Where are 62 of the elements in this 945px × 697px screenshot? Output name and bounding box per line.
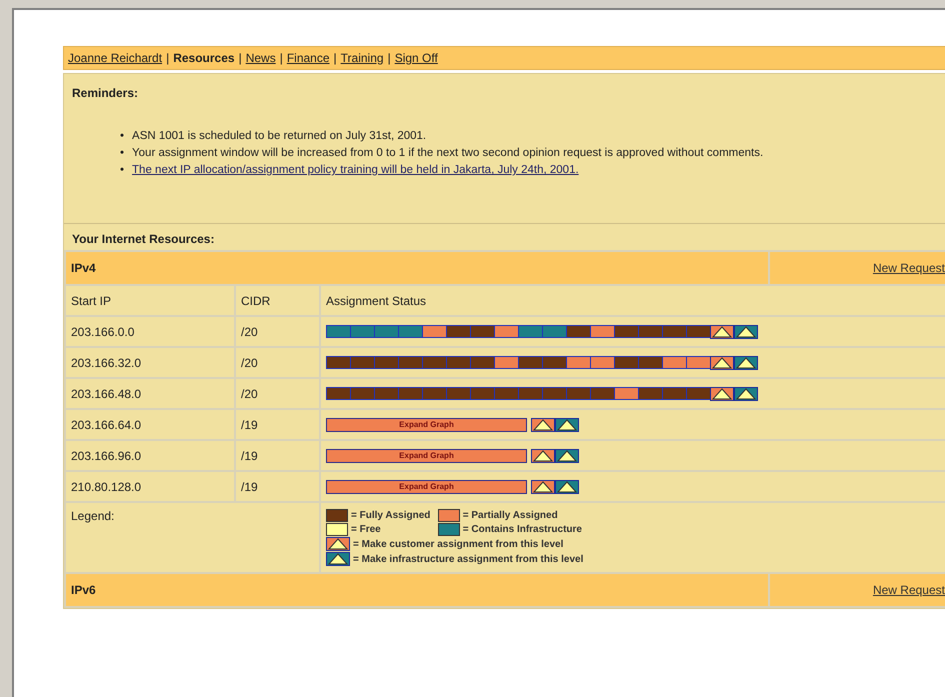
bullet: • xyxy=(120,129,124,144)
table-cell: 210.80.128.0 xyxy=(66,472,234,501)
new-request-link[interactable]: New Request xyxy=(872,583,945,597)
nav-link[interactable]: News xyxy=(246,51,276,65)
bullet: • xyxy=(120,163,124,178)
legend-label: = Make customer assignment from this level xyxy=(353,538,564,550)
table-cell: Legend: xyxy=(66,503,319,572)
infrastructure-level-icon[interactable] xyxy=(555,480,579,494)
table-cell: /20 xyxy=(236,348,319,377)
customer-level-icon[interactable] xyxy=(531,448,555,462)
nav-link[interactable]: Training xyxy=(340,51,384,65)
table-cell: /20 xyxy=(236,379,319,408)
section-header: IPv6 xyxy=(66,574,768,606)
legend-label: = Free xyxy=(351,524,381,535)
customer-level-icon[interactable] xyxy=(531,480,555,494)
column-header: Assignment Status xyxy=(321,286,945,315)
table-cell: 203.166.32.0 xyxy=(66,348,234,377)
section-title: Your Internet Resources: xyxy=(71,231,216,248)
table-cell: /20 xyxy=(236,317,319,346)
nav-separator: | xyxy=(238,51,242,65)
infrastructure-level-icon[interactable] xyxy=(555,418,579,432)
reminders-title: Reminders: xyxy=(72,86,140,100)
customer-level-icon[interactable] xyxy=(326,537,350,551)
table-cell: /19 xyxy=(236,410,319,439)
table-cell: 203.166.64.0 xyxy=(66,410,234,439)
column-header: Start IP xyxy=(66,286,234,315)
legend-label: = Make infrastructure assignment from this level xyxy=(353,554,584,564)
legend-label: = Contains Infrastructure xyxy=(462,524,582,535)
column-header: CIDR xyxy=(236,286,319,315)
infrastructure-level-icon[interactable] xyxy=(734,356,758,370)
new-request-link[interactable]: New Request xyxy=(872,261,945,275)
table-cell: /19 xyxy=(236,441,319,470)
customer-level-icon[interactable] xyxy=(710,386,734,400)
table-cell: 203.166.0.0 xyxy=(66,317,234,346)
reminder-text: ASN 1001 is scheduled to be returned on July 31st, 2001. xyxy=(132,130,426,142)
legend-label: = Partially Assigned xyxy=(462,510,558,521)
table-cell: 203.166.96.0 xyxy=(66,441,234,470)
reminder-link[interactable]: The next IP allocation/assignment policy training will be held in Jakarta, July 24th, 2001. xyxy=(132,164,579,176)
nav-link[interactable]: Joanne Reichardt xyxy=(68,51,162,65)
customer-level-icon[interactable] xyxy=(531,418,555,432)
nav-separator: | xyxy=(280,51,283,65)
infrastructure-level-icon[interactable] xyxy=(555,448,579,462)
expand-graph-button[interactable]: Expand Graph xyxy=(326,480,527,494)
nav-separator: | xyxy=(166,51,170,65)
nav-link[interactable]: Resources xyxy=(173,51,235,65)
expand-graph-button[interactable]: Expand Graph xyxy=(326,448,527,462)
expand-graph-button[interactable]: Expand Graph xyxy=(326,418,527,432)
nav-link[interactable]: Finance xyxy=(286,51,330,65)
infrastructure-level-icon[interactable] xyxy=(326,552,350,566)
bullet: • xyxy=(120,146,124,161)
infrastructure-level-icon[interactable] xyxy=(734,386,758,400)
infrastructure-level-icon[interactable] xyxy=(734,324,758,338)
legend-label: = Fully Assigned xyxy=(351,510,430,521)
reminder-text: Your assignment window will be increased from 0 to 1 if the next two second opinion request is approved without comments. xyxy=(132,147,764,159)
customer-level-icon[interactable] xyxy=(710,324,734,338)
table-cell: /19 xyxy=(236,472,319,501)
nav-separator: | xyxy=(334,51,337,65)
table-cell: 203.166.48.0 xyxy=(66,379,234,408)
section-header: IPv4 xyxy=(66,252,768,284)
nav-link[interactable]: Sign Off xyxy=(394,51,438,65)
nav-separator: | xyxy=(388,51,391,65)
customer-level-icon[interactable] xyxy=(710,356,734,370)
